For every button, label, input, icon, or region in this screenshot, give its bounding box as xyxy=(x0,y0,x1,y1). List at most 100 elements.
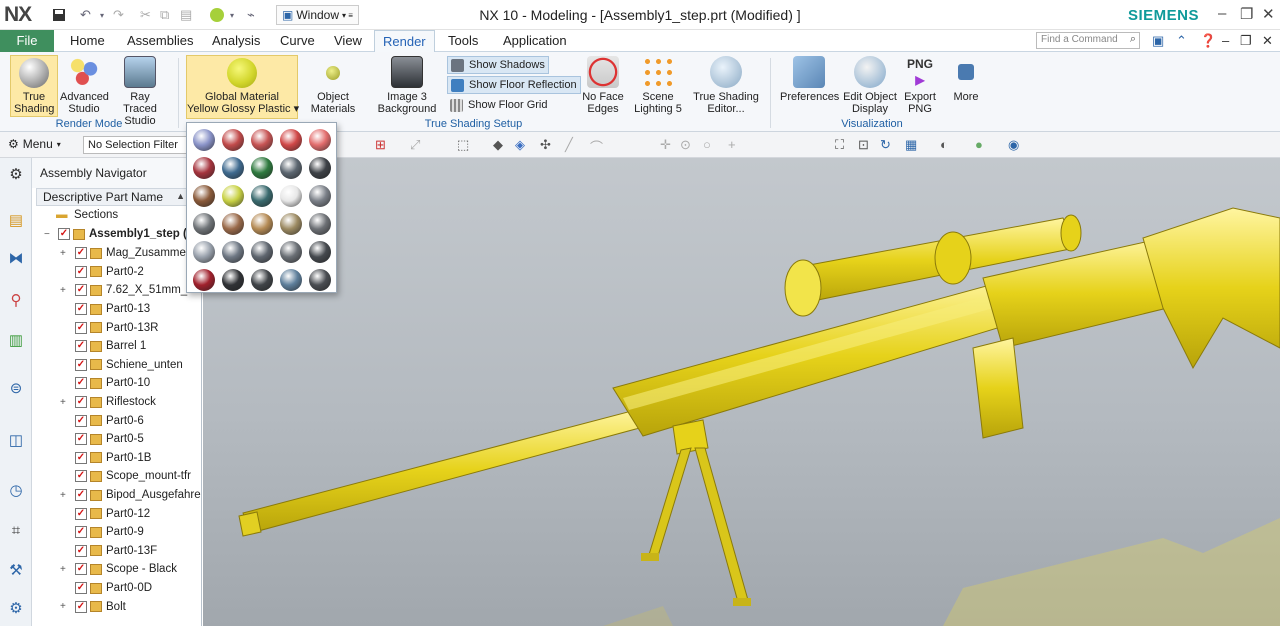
web-browser-icon[interactable]: ⊜ xyxy=(6,378,26,398)
component-icon[interactable]: ✣ xyxy=(540,137,551,153)
close-window-icon[interactable]: ✕ xyxy=(1262,33,1273,49)
tree-item[interactable]: + ✓ Bolt xyxy=(32,597,201,616)
help-icon[interactable]: ❓ xyxy=(1200,33,1216,49)
material-swatch[interactable] xyxy=(222,185,244,207)
roles-icon[interactable]: ⚒ xyxy=(6,560,26,580)
column-header[interactable]: Descriptive Part Name ▲ xyxy=(36,188,201,206)
true-shading-editor-button[interactable]: True Shading Editor... xyxy=(692,56,760,115)
tab-analysis[interactable]: Analysis xyxy=(204,30,268,52)
visibility-checkbox[interactable]: ✓ xyxy=(75,563,87,576)
plus-icon[interactable]: + xyxy=(728,137,736,152)
cube-icon[interactable]: ◈ xyxy=(515,137,525,153)
restore-window-icon[interactable]: ❐ xyxy=(1240,33,1252,49)
graphics-window[interactable] xyxy=(203,158,1280,626)
tree-item[interactable]: ✓ Part0-0D xyxy=(32,579,201,598)
visibility-checkbox[interactable]: ✓ xyxy=(75,582,87,595)
point-icon[interactable]: ✛ xyxy=(660,137,671,153)
image-background-button[interactable]: Image 3 Background xyxy=(368,56,446,115)
tab-curve[interactable]: Curve xyxy=(272,30,323,52)
material-swatch[interactable] xyxy=(280,269,302,291)
fit-view-icon[interactable]: ⛶ xyxy=(835,137,844,153)
global-material-button[interactable]: Global Material Yellow Glossy Plastic ▾ xyxy=(186,55,299,119)
material-swatch[interactable] xyxy=(193,185,215,207)
material-swatch[interactable] xyxy=(309,185,331,207)
visibility-checkbox[interactable]: ✓ xyxy=(75,321,87,334)
visibility-checkbox[interactable]: ✓ xyxy=(75,544,87,557)
visibility-checkbox[interactable]: ✓ xyxy=(75,377,87,390)
material-swatch[interactable] xyxy=(193,213,215,235)
tree-item[interactable]: ✓ Part0-9 xyxy=(32,523,201,542)
visibility-checkbox[interactable]: ✓ xyxy=(75,433,87,446)
tree-item[interactable]: ✓ Part0-5 xyxy=(32,430,201,449)
minimize-icon[interactable]: – xyxy=(1218,5,1226,22)
visibility-checkbox[interactable]: ✓ xyxy=(75,600,87,613)
visibility-checkbox[interactable]: ✓ xyxy=(75,526,87,539)
restore-icon[interactable]: ❐ xyxy=(1240,5,1253,23)
material-swatch[interactable] xyxy=(222,269,244,291)
minimize-window-icon[interactable]: – xyxy=(1222,33,1229,48)
collapse-icon[interactable]: − xyxy=(44,229,52,240)
material-swatch[interactable] xyxy=(280,129,302,151)
material-swatch[interactable] xyxy=(251,269,273,291)
tab-view[interactable]: View xyxy=(326,30,370,52)
part-navigator-icon[interactable]: ⚲ xyxy=(6,290,26,310)
tree-item[interactable]: + ✓ 7.62_X_51mm_N xyxy=(32,281,201,300)
constraint-navigator-icon[interactable]: ⧓ xyxy=(6,248,26,268)
visibility-checkbox[interactable]: ✓ xyxy=(75,358,87,371)
zoom-icon[interactable]: ⊡ xyxy=(858,137,869,153)
tab-file[interactable]: File xyxy=(0,30,54,52)
tree-item[interactable]: ✓ Part0-12 xyxy=(32,504,201,523)
visibility-checkbox[interactable]: ✓ xyxy=(75,265,87,278)
system-scene-icon[interactable]: ⚙ xyxy=(6,598,26,618)
visibility-checkbox[interactable]: ✓ xyxy=(75,451,87,464)
material-swatch[interactable] xyxy=(309,129,331,151)
material-swatch[interactable] xyxy=(222,157,244,179)
ray-traced-studio-button[interactable]: Ray Traced Studio xyxy=(113,56,167,127)
scene-lighting-button[interactable]: Scene Lighting 5 xyxy=(630,56,686,115)
tree-item[interactable]: ✓ Part0-6 xyxy=(32,411,201,430)
tree-item[interactable]: + ✓ Riflestock xyxy=(32,393,201,412)
visibility-checkbox[interactable]: ✓ xyxy=(75,284,87,297)
material-swatch[interactable] xyxy=(222,129,244,151)
select-rectangle-icon[interactable]: ⬚ xyxy=(457,137,469,153)
show-floor-grid-toggle[interactable]: Show Floor Grid xyxy=(447,96,550,114)
material-swatch[interactable] xyxy=(280,157,302,179)
material-icon[interactable]: ● xyxy=(975,137,983,152)
center-icon[interactable]: ⊙ xyxy=(680,137,691,153)
transform-icon[interactable]: ⤢ xyxy=(410,137,420,153)
material-swatch[interactable] xyxy=(251,185,273,207)
sections-row[interactable]: ▬ Sections xyxy=(32,206,201,225)
tree-item[interactable]: ✓ Part0-2 xyxy=(32,263,201,282)
advanced-studio-button[interactable]: Advanced Studio xyxy=(60,56,109,115)
material-swatch[interactable] xyxy=(309,241,331,263)
object-materials-button[interactable]: Object Materials xyxy=(304,56,362,115)
settings-icon[interactable]: ⚙ xyxy=(6,164,26,184)
visibility-checkbox[interactable]: ✓ xyxy=(75,396,87,409)
material-swatch[interactable] xyxy=(309,213,331,235)
render-style-icon[interactable]: ◐ xyxy=(940,137,948,152)
visibility-checkbox[interactable]: ✓ xyxy=(75,507,87,520)
document-icon[interactable]: ◫ xyxy=(6,430,26,450)
circle-icon[interactable]: ○ xyxy=(703,137,711,152)
visibility-checkbox[interactable]: ✓ xyxy=(75,340,87,353)
orient-view-icon[interactable]: ▦ xyxy=(905,137,917,153)
tree-item[interactable]: ✓ Part0-13R xyxy=(32,318,201,337)
tree-item[interactable]: ✓ Part0-13F xyxy=(32,542,201,561)
material-swatch[interactable] xyxy=(193,241,215,263)
material-swatch[interactable] xyxy=(280,213,302,235)
export-png-button[interactable]: PNG ▶ Export PNG xyxy=(900,56,940,115)
history-icon[interactable]: ◷ xyxy=(6,480,26,500)
visibility-icon[interactable]: ◉ xyxy=(1008,137,1019,153)
true-shading-button[interactable]: True Shading xyxy=(10,55,58,117)
expand-icon[interactable]: + xyxy=(60,564,68,575)
material-swatch[interactable] xyxy=(251,157,273,179)
material-swatch[interactable] xyxy=(309,157,331,179)
show-floor-reflection-toggle[interactable]: Show Floor Reflection xyxy=(447,76,581,94)
tree-item[interactable]: + ✓ Bipod_Ausgefahren xyxy=(32,486,201,505)
material-swatch[interactable] xyxy=(193,157,215,179)
process-studio-icon[interactable]: ⌗ xyxy=(6,520,26,540)
expand-icon[interactable]: + xyxy=(60,601,68,612)
expand-icon[interactable]: + xyxy=(60,490,68,501)
preferences-button[interactable]: Preferences xyxy=(780,56,839,103)
tree-item[interactable]: ✓ Part0-1B xyxy=(32,449,201,468)
